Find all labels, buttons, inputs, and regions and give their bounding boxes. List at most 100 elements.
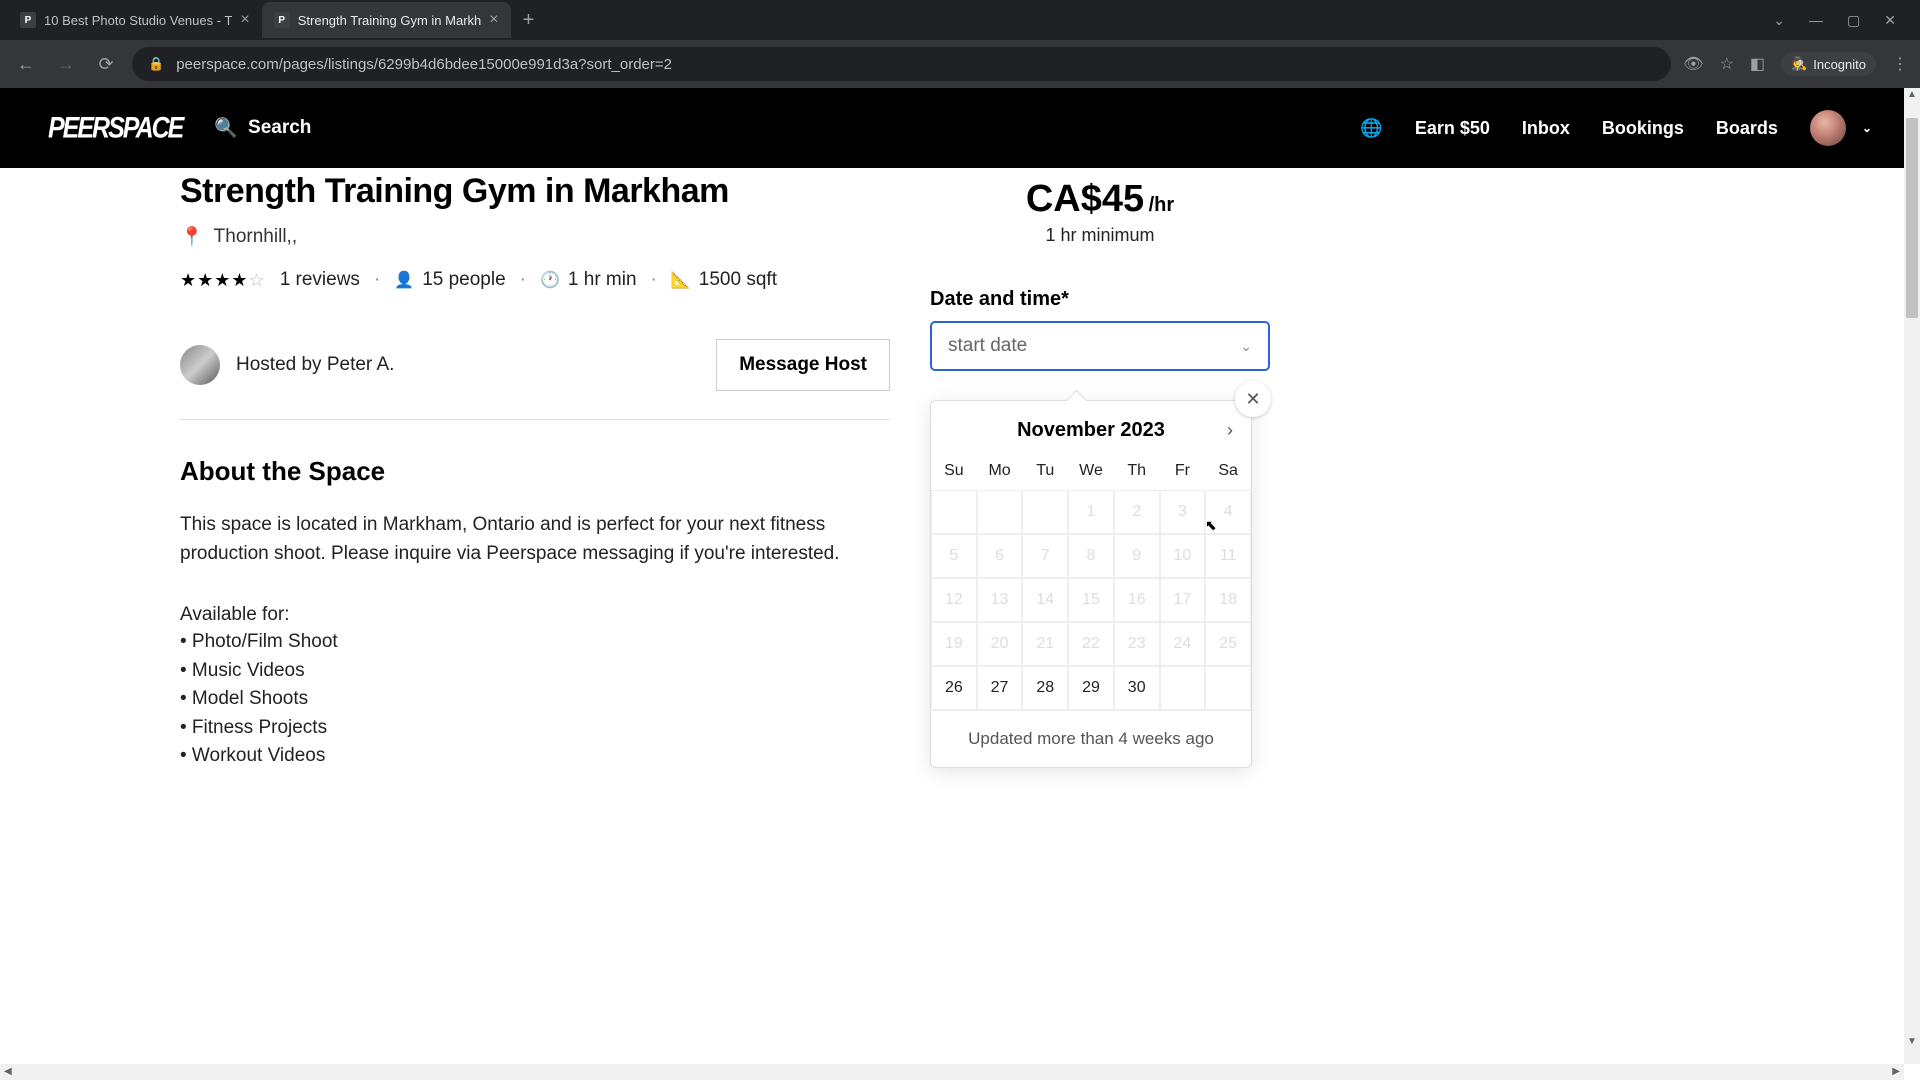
list-item: • Music Videos xyxy=(180,657,890,686)
host-name: Hosted by Peter A. xyxy=(236,354,394,376)
search-icon: 🔍 xyxy=(214,116,238,140)
user-avatar[interactable] xyxy=(1810,110,1846,146)
list-item: • Photo/Film Shoot xyxy=(180,628,890,657)
kebab-menu-icon[interactable]: ⋮ xyxy=(1892,54,1908,74)
calendar-day-blank xyxy=(1022,490,1068,534)
scrollbar-thumb[interactable] xyxy=(1906,118,1918,318)
browser-tab[interactable]: P 10 Best Photo Studio Venues - T × xyxy=(8,2,262,38)
calendar-popover: ✕ November 2023 › SuMoTuWeThFrSa12345678… xyxy=(930,400,1252,768)
calendar-day: 3 xyxy=(1160,490,1206,534)
min-duration: 🕐1 hr min xyxy=(540,269,637,291)
globe-icon[interactable]: 🌐 xyxy=(1360,118,1382,139)
url-input[interactable]: 🔒 peerspace.com/pages/listings/6299b4d6b… xyxy=(132,47,1671,81)
start-date-select[interactable]: start date ⌄ xyxy=(930,321,1270,371)
price-amount: CA$45 xyxy=(1026,178,1144,220)
calendar-day-blank xyxy=(1160,666,1206,710)
person-icon: 👤 xyxy=(394,270,414,290)
price-minimum: 1 hr minimum xyxy=(930,225,1270,246)
tab-close-icon[interactable]: × xyxy=(240,11,249,29)
price-block: CA$45 /hr 1 hr minimum xyxy=(930,178,1270,246)
calendar-day[interactable]: 27 xyxy=(977,666,1023,710)
booking-sidebar: CA$45 /hr 1 hr minimum Date and time* st… xyxy=(930,168,1270,771)
calendar-month: November 2023 xyxy=(1017,419,1165,442)
separator: · xyxy=(374,269,380,291)
peerspace-logo[interactable]: PEERSPACE xyxy=(48,111,182,146)
scroll-down-icon[interactable]: ▼ xyxy=(1904,1036,1920,1047)
calendar-day[interactable]: 28 xyxy=(1022,666,1068,710)
calendar-day: 24 xyxy=(1160,622,1206,666)
scroll-right-icon[interactable]: ▶ xyxy=(1892,1066,1900,1077)
browser-tab-active[interactable]: P Strength Training Gym in Markh × xyxy=(262,2,511,38)
calendar-day: 20 xyxy=(977,622,1023,666)
horizontal-scrollbar[interactable]: ◀ ▶ xyxy=(0,1064,1904,1080)
list-item: • Model Shoots xyxy=(180,685,890,714)
calendar-day: 7 xyxy=(1022,534,1068,578)
address-bar: ← → ⟳ 🔒 peerspace.com/pages/listings/629… xyxy=(0,40,1920,88)
new-tab-button[interactable]: + xyxy=(511,9,547,32)
location-row: 📍 Thornhill,, xyxy=(180,225,890,249)
calendar-day[interactable]: 30 xyxy=(1114,666,1160,710)
host-avatar[interactable] xyxy=(180,345,220,385)
back-button[interactable]: ← xyxy=(12,54,40,75)
calendar-day-blank xyxy=(977,490,1023,534)
calendar-dow: Th xyxy=(1114,452,1160,490)
calendar-day: 4 xyxy=(1205,490,1251,534)
bookmark-icon[interactable]: ☆ xyxy=(1720,54,1734,74)
calendar-day: 21 xyxy=(1022,622,1068,666)
forward-button[interactable]: → xyxy=(52,54,80,75)
tab-close-icon[interactable]: × xyxy=(489,11,498,29)
favicon-icon: P xyxy=(20,12,36,28)
available-label: Available for: xyxy=(180,604,890,626)
extensions-icon[interactable]: ◧ xyxy=(1750,54,1765,74)
incognito-icon: 🕵 xyxy=(1791,56,1807,72)
lock-icon: 🔒 xyxy=(148,56,164,72)
price-unit: /hr xyxy=(1149,194,1175,216)
calendar-day: 1 xyxy=(1068,490,1114,534)
calendar-day[interactable]: 29 xyxy=(1068,666,1114,710)
vertical-scrollbar[interactable]: ▲ ▼ xyxy=(1904,88,1920,1064)
search-button[interactable]: 🔍 Search xyxy=(214,116,311,140)
calendar-day: 13 xyxy=(977,578,1023,622)
calendar-next-button[interactable]: › xyxy=(1227,420,1233,441)
maximize-button[interactable]: ▢ xyxy=(1847,12,1860,29)
reload-button[interactable]: ⟳ xyxy=(92,54,120,75)
about-body: This space is located in Markham, Ontari… xyxy=(180,511,890,568)
review-count: 1 reviews xyxy=(280,269,360,291)
nav-boards[interactable]: Boards xyxy=(1716,118,1778,139)
about-heading: About the Space xyxy=(180,456,890,487)
list-item: • Fitness Projects xyxy=(180,714,890,743)
area: 📐1500 sqft xyxy=(671,269,777,291)
minimize-button[interactable]: — xyxy=(1809,12,1823,29)
listing-main: Strength Training Gym in Markham 📍 Thorn… xyxy=(180,168,890,771)
calendar-day: 2 xyxy=(1114,490,1160,534)
scroll-left-icon[interactable]: ◀ xyxy=(4,1066,12,1077)
window-close-button[interactable]: ✕ xyxy=(1884,12,1896,29)
available-list: • Photo/Film Shoot• Music Videos• Model … xyxy=(180,628,890,771)
calendar-day: 14 xyxy=(1022,578,1068,622)
calendar-day: 12 xyxy=(931,578,977,622)
calendar-day[interactable]: 26 xyxy=(931,666,977,710)
calendar-dow: Fr xyxy=(1160,452,1206,490)
chevron-down-icon[interactable]: ⌄ xyxy=(1862,121,1872,135)
nav-bookings[interactable]: Bookings xyxy=(1602,118,1684,139)
scroll-up-icon[interactable]: ▲ xyxy=(1904,89,1920,100)
date-time-label: Date and time* xyxy=(930,288,1270,311)
eye-off-icon[interactable]: 👁 xyxy=(1683,54,1703,74)
host-row: Hosted by Peter A. Message Host xyxy=(180,339,890,420)
favicon-icon: P xyxy=(274,12,290,28)
calendar-day: 23 xyxy=(1114,622,1160,666)
message-host-button[interactable]: Message Host xyxy=(716,339,890,391)
nav-earn[interactable]: Earn $50 xyxy=(1415,118,1490,139)
location-text: Thornhill,, xyxy=(214,226,297,248)
nav-inbox[interactable]: Inbox xyxy=(1522,118,1570,139)
calendar-footer: Updated more than 4 weeks ago xyxy=(931,710,1251,767)
page-content: Strength Training Gym in Markham 📍 Thorn… xyxy=(0,168,1904,1064)
url-text: peerspace.com/pages/listings/6299b4d6bde… xyxy=(176,56,672,73)
header-nav: 🌐 Earn $50 Inbox Bookings Boards ⌄ xyxy=(1360,110,1872,146)
incognito-badge[interactable]: 🕵 Incognito xyxy=(1781,52,1876,76)
listing-meta: ★★★★☆ 1 reviews · 👤15 people · 🕐1 hr min… xyxy=(180,269,890,291)
tab-dropdown-icon[interactable]: ⌄ xyxy=(1773,12,1785,29)
calendar-dow: Mo xyxy=(977,452,1023,490)
ruler-icon: 📐 xyxy=(671,270,691,290)
calendar-day: 5 xyxy=(931,534,977,578)
